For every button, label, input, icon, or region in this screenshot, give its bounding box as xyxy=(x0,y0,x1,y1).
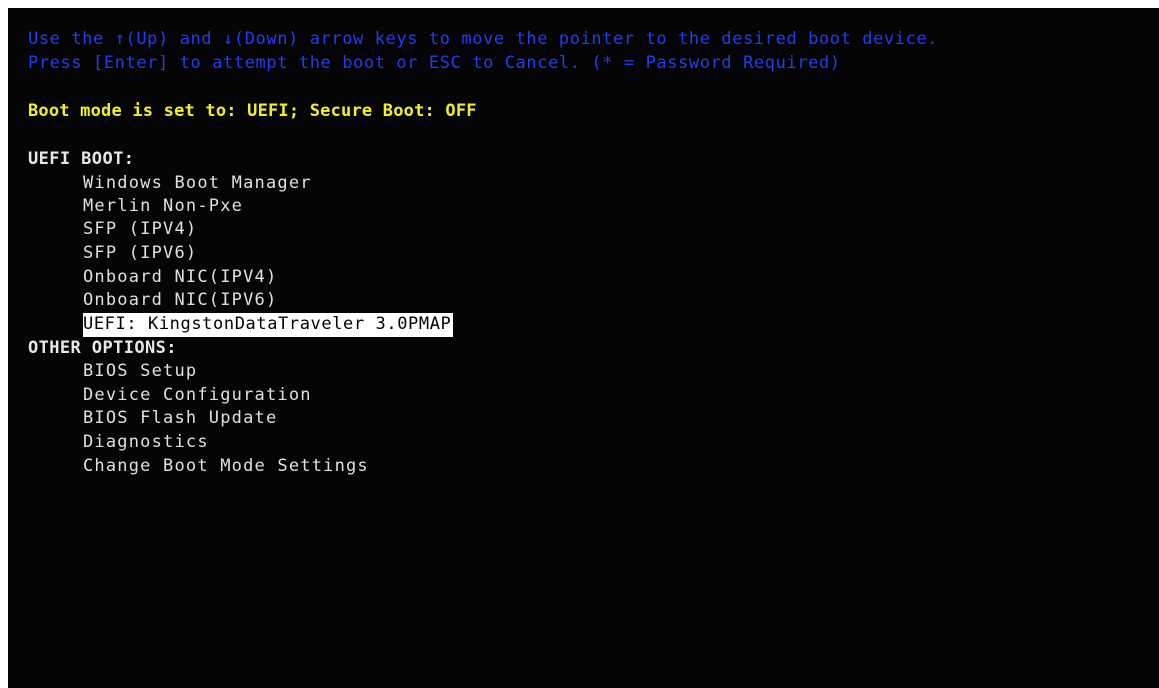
boot-option-sfp-ipv6[interactable]: SFP (IPV6) xyxy=(83,242,197,266)
other-options-heading: OTHER OPTIONS: xyxy=(28,338,177,358)
uefi-boot-heading: UEFI BOOT: xyxy=(28,149,135,169)
boot-option-onboard-nic-ipv6[interactable]: Onboard NIC(IPV6) xyxy=(83,289,277,313)
boot-menu-screen: Use the ↑(Up) and ↓(Down) arrow keys to … xyxy=(8,8,1159,688)
option-change-boot-mode-settings[interactable]: Change Boot Mode Settings xyxy=(83,455,369,479)
boot-option-kingston-usb-selected[interactable]: UEFI: KingstonDataTraveler 3.0PMAP xyxy=(83,313,454,337)
option-bios-setup[interactable]: BIOS Setup xyxy=(83,360,197,384)
boot-option-windows-boot-manager[interactable]: Windows Boot Manager xyxy=(83,172,312,196)
option-diagnostics[interactable]: Diagnostics xyxy=(83,431,209,455)
option-device-configuration[interactable]: Device Configuration xyxy=(83,384,312,408)
boot-option-sfp-ipv4[interactable]: SFP (IPV4) xyxy=(83,218,197,242)
boot-mode-status: Boot mode is set to: UEFI; Secure Boot: … xyxy=(28,101,477,121)
instruction-line-navigate: Use the ↑(Up) and ↓(Down) arrow keys to … xyxy=(28,29,939,49)
option-bios-flash-update[interactable]: BIOS Flash Update xyxy=(83,407,277,431)
boot-option-merlin-non-pxe[interactable]: Merlin Non-Pxe xyxy=(83,195,243,219)
boot-option-onboard-nic-ipv4[interactable]: Onboard NIC(IPV4) xyxy=(83,266,277,290)
instruction-line-enter: Press [Enter] to attempt the boot or ESC… xyxy=(28,53,841,73)
